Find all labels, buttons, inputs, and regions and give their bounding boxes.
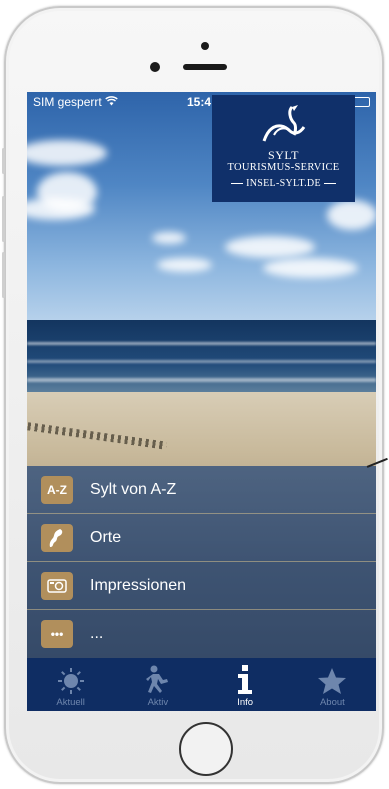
main-menu: A-Z Sylt von A-Z Orte Impressionen ••• .…: [27, 466, 376, 658]
carrier-label: SIM gesperrt: [33, 95, 118, 109]
volume-down-button: [2, 252, 5, 298]
clock: 15:4: [187, 95, 212, 109]
tab-about[interactable]: About: [289, 658, 376, 711]
mute-switch: [2, 148, 5, 174]
menu-item-orte[interactable]: Orte: [27, 514, 376, 562]
home-button[interactable]: [179, 722, 233, 776]
wave: [27, 342, 376, 345]
menu-item-impressionen[interactable]: Impressionen: [27, 562, 376, 610]
logo-title: SYLT: [268, 148, 299, 162]
tab-bar: Aktuell Aktiv Info About: [27, 658, 376, 711]
tab-label: Aktiv: [147, 697, 169, 708]
wifi-icon: [104, 96, 118, 109]
camera-icon: [41, 571, 73, 600]
wave: [27, 378, 376, 382]
cloud: [157, 258, 212, 272]
front-camera: [150, 62, 160, 72]
menu-item-sylt-a-z[interactable]: A-Z Sylt von A-Z: [27, 466, 376, 514]
runner-icon: [145, 665, 168, 693]
tab-label: Aktuell: [56, 697, 85, 708]
menu-item-label: ...: [90, 625, 104, 642]
tab-label: About: [319, 697, 345, 708]
island-map-icon: [41, 523, 73, 552]
carrier-text: SIM gesperrt: [33, 95, 102, 109]
star-icon: [318, 668, 347, 694]
cloud: [327, 200, 376, 230]
sun-icon: [57, 668, 84, 694]
proximity-sensor: [201, 42, 209, 50]
tab-info[interactable]: Info: [202, 658, 289, 711]
wave: [27, 360, 376, 363]
cloud: [152, 232, 186, 244]
info-icon: [238, 665, 253, 694]
tab-label: Info: [237, 697, 254, 708]
volume-up-button: [2, 196, 5, 242]
tab-aktiv[interactable]: Aktiv: [114, 658, 201, 711]
menu-item-label: Orte: [90, 528, 122, 546]
more-dots-icon: •••: [41, 620, 73, 648]
tab-aktuell[interactable]: Aktuell: [27, 658, 114, 711]
earpiece-speaker: [183, 64, 227, 70]
cloud: [225, 236, 315, 258]
menu-item-label: Sylt von A-Z: [90, 480, 177, 498]
sylt-logo: SYLT TOURISMUS-SERVICE INSEL-SYLT.DE: [212, 95, 355, 202]
app-screen: SIM gesperrt 15:4 SYLT TOURISMUS-SERVICE…: [27, 92, 376, 711]
cloud: [263, 258, 358, 278]
logo-subtitle: TOURISMUS-SERVICE: [227, 162, 340, 173]
sea-background: [27, 320, 376, 400]
menu-item-label: Impressionen: [90, 576, 187, 594]
logo-url: INSEL-SYLT.DE: [212, 178, 355, 189]
menu-item-more[interactable]: ••• ...: [27, 610, 376, 658]
sylt-logo-icon: [262, 105, 306, 142]
a-z-icon: A-Z: [41, 475, 73, 504]
